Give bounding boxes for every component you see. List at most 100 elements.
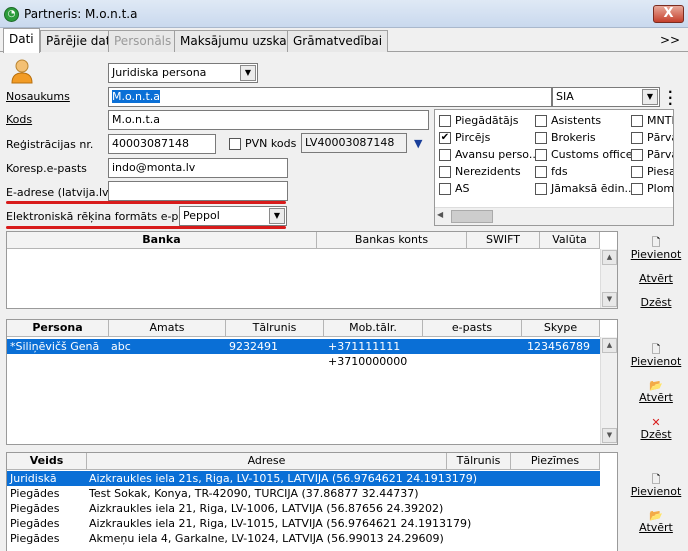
table-row[interactable]: Piegādes Akmeņu iela 4, Garkalne, LV-102… (7, 531, 600, 546)
code-label: Kods (6, 113, 33, 126)
email-input[interactable]: indo@monta.lv (108, 158, 288, 178)
table-row[interactable]: +3710000000 (7, 354, 600, 369)
chevron-down-icon[interactable]: ▼ (240, 65, 256, 81)
addresses-grid[interactable]: Veids Adrese Tālrunis Piezīmes Juridiskā… (6, 452, 618, 551)
role-item[interactable]: fds (535, 165, 568, 178)
legal-form-value: SIA (556, 90, 574, 103)
einvoice-format-value: Peppol (183, 209, 220, 222)
phone-col-header[interactable]: Tālrunis (447, 453, 511, 470)
person-icon (10, 58, 34, 84)
bank-grid[interactable]: Banka Bankas konts SWIFT Valūta ▲ ▼ (6, 231, 618, 309)
scroll-left-icon[interactable]: ◀ (437, 210, 443, 219)
mobile-col-header[interactable]: Mob.tālr. (324, 320, 423, 337)
scroll-down-icon[interactable]: ▼ (602, 292, 617, 307)
email-col-header[interactable]: e-pasts (423, 320, 522, 337)
legal-form-select[interactable]: SIA ▼ (552, 87, 660, 107)
skype-col-header[interactable]: Skype (522, 320, 600, 337)
horizontal-scrollbar[interactable]: ◀ (435, 207, 673, 225)
type-col-header[interactable]: Veids (7, 453, 87, 470)
role-item[interactable]: Piesai (631, 165, 673, 178)
vertical-scrollbar[interactable]: ▲ ▼ (600, 249, 617, 308)
role-item[interactable]: Customs office (535, 148, 633, 161)
swift-col-header[interactable]: SWIFT (467, 232, 540, 249)
role-checkbox[interactable] (535, 166, 547, 178)
more-options-icon[interactable]: · · · (668, 86, 673, 110)
address-col-header[interactable]: Adrese (87, 453, 447, 470)
role-item[interactable]: Brokeris (535, 131, 596, 144)
table-row[interactable]: Piegādes Aizkraukles iela 21, Riga, LV-1… (7, 501, 600, 516)
role-item[interactable]: Plomb (631, 182, 673, 195)
role-checkbox[interactable] (439, 149, 451, 161)
name-value: M.o.n.t.a (112, 90, 161, 103)
role-item[interactable]: Avansu perso... (439, 148, 539, 161)
table-row[interactable]: Juridiskā Aizkraukles iela 21s, Riga, LV… (7, 471, 600, 486)
partner-roles-list[interactable]: Piegādātājs ✔ Pircējs Avansu perso... Ner… (434, 109, 674, 226)
address-open-button[interactable]: 📂 Atvērt (626, 509, 686, 534)
role-item[interactable]: Jāmaksā ēdin... (535, 182, 635, 195)
role-checkbox[interactable] (535, 183, 547, 195)
window-title: Partneris: M.o.n.t.a (24, 7, 138, 21)
chevron-down-icon[interactable]: ▼ (642, 89, 658, 105)
role-item[interactable]: Piegādātājs (439, 114, 519, 127)
role-checkbox[interactable] (535, 149, 547, 161)
role-checkbox[interactable]: ✔ (439, 132, 451, 144)
role-item[interactable]: ✔ Pircējs (439, 131, 490, 144)
persona-col-header[interactable]: Persona (7, 320, 109, 337)
bank-account-col-header[interactable]: Bankas konts (317, 232, 467, 249)
down-arrow-icon[interactable]: ▼ (414, 137, 422, 150)
role-checkbox[interactable] (631, 149, 643, 161)
scrollbar-thumb[interactable] (451, 210, 493, 223)
role-item[interactable]: Pārva (631, 148, 673, 161)
scroll-up-icon[interactable]: ▲ (602, 338, 617, 353)
vat-checkbox[interactable] (229, 138, 241, 150)
role-checkbox[interactable] (439, 166, 451, 178)
tabs-more-button[interactable]: >> (660, 33, 680, 47)
role-checkbox[interactable] (631, 183, 643, 195)
close-button[interactable]: X (653, 5, 684, 23)
bank-col-header[interactable]: Banka (7, 232, 317, 249)
partner-type-select[interactable]: Juridiska persona ▼ (108, 63, 258, 83)
role-item[interactable]: Pārva (631, 131, 673, 144)
role-item[interactable]: Asistents (535, 114, 601, 127)
reg-number-input[interactable]: 40003087148 (108, 134, 216, 154)
vertical-scrollbar[interactable]: ▲ ▼ (600, 337, 617, 444)
role-item[interactable]: MNTH (631, 114, 673, 127)
code-input[interactable]: M.o.n.t.a (108, 110, 429, 130)
notes-col-header[interactable]: Piezīmes (511, 453, 600, 470)
tab-gramatvedibai[interactable]: Grāmatvedībai (287, 30, 389, 52)
bank-delete-button[interactable]: Dzēst (626, 296, 686, 309)
phone-col-header[interactable]: Tālrunis (226, 320, 324, 337)
tab-dati[interactable]: Dati (3, 28, 40, 53)
role-checkbox[interactable] (631, 115, 643, 127)
role-checkbox[interactable] (631, 132, 643, 144)
person-add-button[interactable]: 🗋 Pievienot (626, 343, 686, 368)
e-address-input[interactable] (108, 181, 288, 201)
person-open-button[interactable]: 📂 Atvērt (626, 379, 686, 404)
new-document-icon: 🗋 (651, 343, 661, 356)
person-delete-button[interactable]: ✕ Dzēst (626, 416, 686, 441)
role-checkbox[interactable] (439, 183, 451, 195)
address-add-button[interactable]: 🗋 Pievienot (626, 473, 686, 498)
currency-col-header[interactable]: Valūta (540, 232, 600, 249)
vat-code-input[interactable]: LV40003087148 (301, 133, 407, 153)
role-item[interactable]: AS (439, 182, 470, 195)
einvoice-format-select[interactable]: Peppol ▼ (179, 206, 287, 226)
scroll-up-icon[interactable]: ▲ (602, 250, 617, 265)
role-checkbox[interactable] (631, 166, 643, 178)
bank-open-button[interactable]: Atvērt (626, 272, 686, 285)
role-checkbox[interactable] (439, 115, 451, 127)
position-col-header[interactable]: Amats (109, 320, 226, 337)
einvoice-format-label: Elektroniskā rēķina formāts e-pastā (6, 210, 202, 223)
role-checkbox[interactable] (535, 115, 547, 127)
role-checkbox[interactable] (535, 132, 547, 144)
name-input[interactable]: M.o.n.t.a (108, 87, 552, 107)
table-row[interactable]: Piegādes Aizkraukles iela 21, Riga, LV-1… (7, 516, 600, 531)
bank-add-button[interactable]: 🗋 Pievienot (626, 236, 686, 261)
vat-checkbox-wrap[interactable]: PVN kods (229, 137, 296, 150)
table-row[interactable]: *Siliņēvičš Genā abc 9232491 +371111111 … (7, 339, 600, 354)
table-row[interactable]: Piegādes Test Sokak, Konya, TR-42090, TU… (7, 486, 600, 501)
scroll-down-icon[interactable]: ▼ (602, 428, 617, 443)
role-item[interactable]: Nerezidents (439, 165, 521, 178)
chevron-down-icon[interactable]: ▼ (269, 208, 285, 224)
persons-grid[interactable]: Persona Amats Tālrunis Mob.tālr. e-pasts… (6, 319, 618, 445)
